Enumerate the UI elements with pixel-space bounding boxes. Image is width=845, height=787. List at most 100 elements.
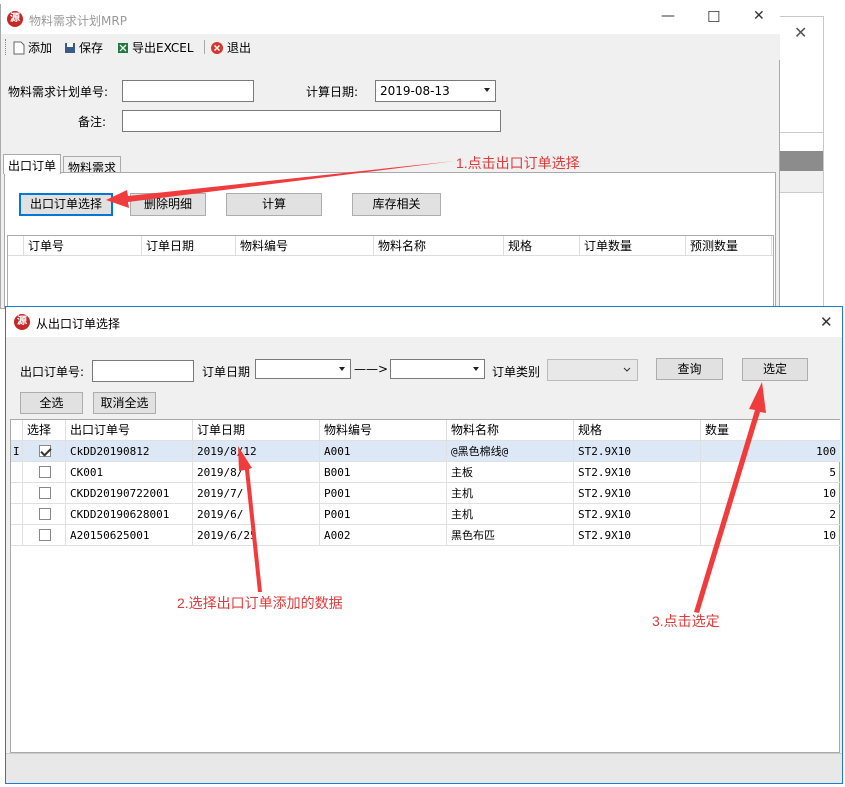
cell-order-no[interactable]: A20150625001 xyxy=(66,525,193,546)
query-button[interactable]: 查询 xyxy=(656,358,723,380)
close-icon[interactable]: ✕ xyxy=(753,8,765,24)
cell-order-no[interactable]: CkDD20190812 xyxy=(66,441,193,462)
remark-label: 备注: xyxy=(78,115,107,129)
column-header[interactable]: 预测数量 xyxy=(686,236,772,256)
row-checkbox-cell[interactable] xyxy=(23,462,66,483)
column-header[interactable]: 订单日期 xyxy=(142,236,236,256)
row-checkbox-cell[interactable] xyxy=(23,525,66,546)
table-row[interactable]: A20150625001 2019/6/25 A002 黑色布匹 ST2.9X10 10 xyxy=(11,525,840,546)
cell-item-name[interactable]: 主机 xyxy=(447,504,574,525)
cell-order-no[interactable]: CKDD20190628001 xyxy=(66,504,193,525)
date-range-arrow: ——> xyxy=(354,362,389,376)
export-label: 导出EXCEL xyxy=(132,41,194,55)
column-header[interactable]: 物料编号 xyxy=(236,236,374,256)
cell-item-name[interactable]: @黑色棉线@ xyxy=(447,441,574,462)
row-checkbox-cell[interactable] xyxy=(23,483,66,504)
cell-order-no[interactable]: CK001 xyxy=(66,462,193,483)
cell-item-code[interactable]: A002 xyxy=(320,525,447,546)
grid-header: 选择 出口订单号 订单日期 物料编号 物料名称 规格 数量 xyxy=(11,420,840,441)
cell-spec[interactable]: ST2.9X10 xyxy=(574,483,701,504)
deselect-all-button[interactable]: 取消全选 xyxy=(93,392,156,414)
order-no-input[interactable] xyxy=(92,360,194,382)
cell-item-name[interactable]: 主机 xyxy=(447,483,574,504)
row-checkbox-cell[interactable] xyxy=(23,504,66,525)
cell-spec[interactable]: ST2.9X10 xyxy=(574,504,701,525)
table-row[interactable]: CK001 2019/8/B001 主板 ST2.9X10 5 xyxy=(11,462,840,483)
date-to-picker[interactable] xyxy=(390,359,485,379)
close-icon[interactable]: ✕ xyxy=(794,23,807,42)
cell-qty[interactable]: 5 xyxy=(701,462,840,483)
column-header[interactable]: 订单号 xyxy=(24,236,142,256)
cell-date[interactable]: 2019/6/ xyxy=(193,504,320,525)
cell-date[interactable]: 2019/8/12 xyxy=(193,441,320,462)
row-checkbox[interactable] xyxy=(39,445,51,457)
delete-detail-button[interactable]: 删除明细 xyxy=(130,193,206,216)
column-header[interactable]: 数量 xyxy=(701,420,840,441)
close-icon[interactable]: ✕ xyxy=(820,313,833,331)
cell-item-code[interactable]: P001 xyxy=(320,504,447,525)
column-header[interactable]: 订单数量 xyxy=(580,236,686,256)
plan-no-label: 物料需求计划单号: xyxy=(8,85,109,99)
select-export-order-button[interactable]: 出口订单选择 xyxy=(19,193,113,216)
save-button[interactable]: 保存 xyxy=(64,39,103,56)
cell-item-code[interactable]: P001 xyxy=(320,483,447,504)
cell-item-name[interactable]: 主板 xyxy=(447,462,574,483)
remark-input[interactable] xyxy=(122,110,501,132)
column-header[interactable]: 物料名称 xyxy=(447,420,574,441)
order-type-select[interactable] xyxy=(547,359,638,381)
row-checkbox[interactable] xyxy=(39,529,51,541)
minimize-icon[interactable]: — xyxy=(661,8,675,24)
cell-spec[interactable]: ST2.9X10 xyxy=(574,525,701,546)
dropdown-arrow-icon[interactable] xyxy=(473,367,479,371)
calculate-button[interactable]: 计算 xyxy=(226,193,322,216)
row-checkbox-cell[interactable] xyxy=(23,441,66,462)
cell-qty[interactable]: 10 xyxy=(701,483,840,504)
maximize-icon[interactable]: ☐ xyxy=(707,8,720,26)
column-header[interactable]: 选择 xyxy=(23,420,66,441)
cell-date[interactable]: 2019/7/ xyxy=(193,483,320,504)
date-from-picker[interactable] xyxy=(255,359,351,379)
column-header[interactable]: 规格 xyxy=(574,420,701,441)
grid-header: 订单号 订单日期 物料编号 物料名称 规格 订单数量 预测数量 xyxy=(8,236,773,256)
table-row[interactable]: I CkDD20190812 2019/8/12 A001 @黑色棉线@ ST2.9X10… xyxy=(11,441,840,462)
cell-order-no[interactable]: CKDD20190722001 xyxy=(66,483,193,504)
cell-item-code[interactable]: A001 xyxy=(320,441,447,462)
confirm-select-button[interactable]: 选定 xyxy=(742,358,808,381)
calc-date-picker[interactable]: 2019-08-13 xyxy=(375,80,496,102)
export-excel-button[interactable]: 导出EXCEL xyxy=(117,39,194,56)
inventory-button[interactable]: 库存相关 xyxy=(352,193,441,216)
tab-export-orders[interactable]: 出口订单 xyxy=(3,154,62,174)
select-all-button[interactable]: 全选 xyxy=(20,392,83,414)
row-checkbox[interactable] xyxy=(39,466,51,478)
row-checkbox[interactable] xyxy=(39,487,51,499)
toolbar: 添加 保存 导出EXCEL 退出 xyxy=(1,34,780,60)
column-header[interactable]: 出口订单号 xyxy=(66,420,193,441)
cell-qty[interactable]: 10 xyxy=(701,525,840,546)
plan-no-input[interactable] xyxy=(122,80,254,102)
add-button[interactable]: 添加 xyxy=(13,39,52,56)
row-checkbox[interactable] xyxy=(39,508,51,520)
cell-item-code[interactable]: B001 xyxy=(320,462,447,483)
cell-date[interactable]: 2019/8/ xyxy=(193,462,320,483)
cell-item-name[interactable]: 黑色布匹 xyxy=(447,525,574,546)
chevron-down-icon[interactable] xyxy=(623,367,631,373)
cell-spec[interactable]: ST2.9X10 xyxy=(574,441,701,462)
column-header[interactable]: 规格 xyxy=(504,236,580,256)
calc-date-label: 计算日期: xyxy=(306,85,359,99)
table-row[interactable]: CKDD20190628001 2019/6/P001 主机 ST2.9X10 2 xyxy=(11,504,840,525)
table-row[interactable]: CKDD20190722001 2019/7/P001 主机 ST2.9X10 10 xyxy=(11,483,840,504)
row-indicator xyxy=(11,483,23,504)
cell-qty[interactable]: 100 xyxy=(701,441,840,462)
background-row xyxy=(780,171,823,193)
dropdown-arrow-icon[interactable] xyxy=(339,367,345,371)
dropdown-arrow-icon[interactable] xyxy=(484,88,490,92)
column-header[interactable]: 物料编号 xyxy=(320,420,447,441)
exit-button[interactable]: 退出 xyxy=(210,39,251,56)
cell-date[interactable]: 2019/6/25 xyxy=(193,525,320,546)
column-header[interactable]: 物料名称 xyxy=(374,236,504,256)
column-header[interactable]: 订单日期 xyxy=(193,420,320,441)
cell-spec[interactable]: ST2.9X10 xyxy=(574,462,701,483)
dialog-title-bar: 源 从出口订单选择 ✕ xyxy=(6,307,842,337)
row-header-cell xyxy=(11,420,23,441)
cell-qty[interactable]: 2 xyxy=(701,504,840,525)
